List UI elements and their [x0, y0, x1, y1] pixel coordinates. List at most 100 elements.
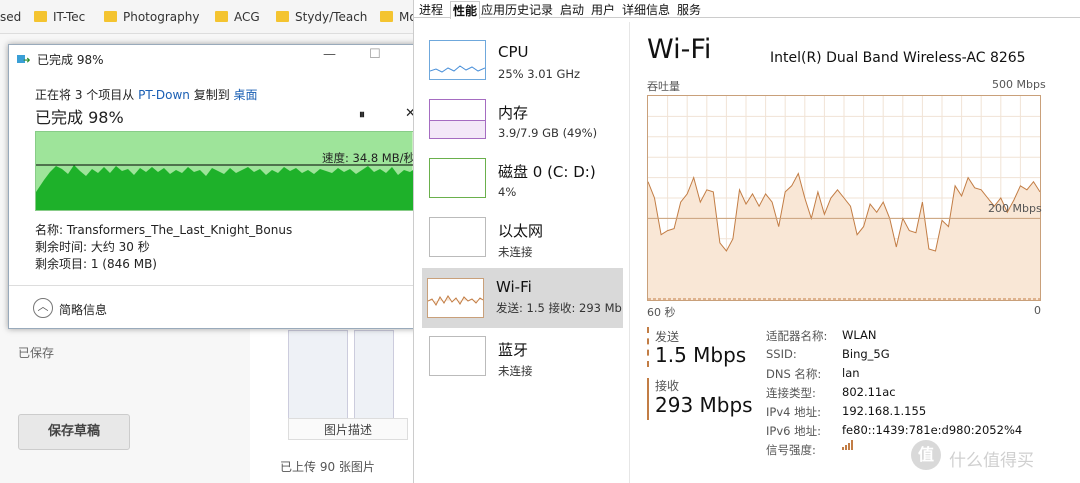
detail-value: Bing_5G — [842, 347, 890, 361]
watermark-text: 什么值得买 — [949, 451, 1034, 471]
tab-users[interactable]: 用户 — [591, 1, 615, 18]
copy-icon: ➜ — [17, 53, 33, 66]
copy-text: 正在将 3 个项目从 — [35, 88, 139, 102]
pause-button[interactable]: ⏸ — [359, 107, 365, 122]
detail-key: 连接类型: — [766, 386, 816, 400]
image-description-label[interactable]: 图片描述 — [288, 418, 408, 440]
detail-key: SSID: — [766, 347, 797, 361]
send-value: 1.5 Mbps — [655, 343, 747, 367]
bookmark-item[interactable]: Mo — [380, 10, 417, 24]
resource-name: CPU — [498, 43, 529, 61]
progress-heading: 已完成 98% — [35, 108, 124, 127]
resource-bluetooth[interactable]: 蓝牙 未连接 — [424, 333, 622, 393]
folder-icon — [104, 11, 117, 22]
signal-strength-icon — [842, 440, 854, 450]
bookmarks-bar: sed IT-Tec Photography ACG Stydy/Teach M… — [0, 0, 420, 34]
tab-performance[interactable]: 性能 — [450, 1, 481, 19]
tab-services[interactable]: 服务 — [677, 1, 701, 18]
file-name-row: 名称: Transformers_The_Last_Knight_Bonus — [35, 221, 292, 238]
tab-startup[interactable]: 启动 — [560, 1, 584, 18]
folder-icon — [215, 11, 228, 22]
cpu-thumbnail — [429, 40, 486, 80]
resource-detail: 4% — [498, 185, 517, 199]
detail-key: 信号强度: — [766, 443, 816, 457]
bluetooth-thumbnail — [429, 336, 486, 376]
speed-area-chart — [36, 164, 420, 210]
time-remaining-row: 剩余时间: 大约 30 秒 — [35, 238, 150, 255]
adapter-name: Intel(R) Dual Band Wireless-AC 8265 — [770, 50, 1026, 66]
field-label: 名称: — [35, 223, 67, 237]
detail-value: fe80::1439:781e:d980:2052%4 — [842, 423, 1023, 437]
detail-key: DNS 名称: — [766, 367, 822, 381]
maximize-button[interactable]: ☐ — [369, 47, 381, 62]
panel-divider — [629, 22, 630, 483]
ethernet-thumbnail — [429, 217, 486, 257]
throughput-svg — [647, 96, 1041, 300]
bookmark-item[interactable]: sed — [0, 10, 21, 24]
time-remaining: 大约 30 秒 — [90, 240, 150, 254]
x-left-label: 60 秒 — [647, 306, 676, 319]
task-manager: 进程 性能 应用历史记录 启动 用户 详细信息 服务 CPU 25% 3.01 … — [413, 0, 1080, 483]
detail-key: 适配器名称: — [766, 329, 828, 343]
resource-detail: 3.9/7.9 GB (49%) — [498, 126, 598, 140]
copy-dialog: ➜ 已完成 98% — ☐ ✕ 正在将 3 个项目从 PT-Down 复制到 桌… — [8, 44, 446, 329]
resource-wifi[interactable]: Wi-Fi 发送: 1.5 接收: 293 Mb — [422, 268, 623, 328]
copy-description: 正在将 3 个项目从 PT-Down 复制到 桌面 — [35, 86, 258, 103]
x-right-label: 0 — [1034, 304, 1041, 317]
minimize-button[interactable]: — — [323, 47, 336, 62]
cpu-sparkline — [429, 65, 486, 73]
field-label: 剩余时间: — [35, 240, 91, 254]
throughput-chart: 200 Mbps — [647, 95, 1042, 301]
source-link[interactable]: PT-Down — [138, 88, 190, 102]
transfer-speed-graph: 速度: 34.8 MB/秒 — [35, 131, 421, 211]
saved-status: 已保存 — [18, 346, 55, 360]
detail-key: IPv6 地址: — [766, 424, 821, 438]
wifi-thumbnail — [427, 278, 484, 318]
resource-detail: 未连接 — [498, 364, 533, 378]
dialog-title: 已完成 98% — [37, 53, 104, 67]
items-remaining-row: 剩余项目: 1 (846 MB) — [35, 255, 157, 272]
detail-value: WLAN — [842, 328, 877, 342]
save-draft-button[interactable]: 保存草稿 — [18, 414, 130, 450]
detail-value: 802.11ac — [842, 385, 896, 399]
folder-icon — [276, 11, 289, 22]
resource-ethernet[interactable]: 以太网 未连接 — [424, 214, 622, 274]
resource-name: 内存 — [498, 104, 529, 122]
send-indicator — [647, 327, 649, 367]
destination-link[interactable]: 桌面 — [234, 88, 258, 102]
resource-cpu[interactable]: CPU 25% 3.01 GHz — [424, 37, 622, 97]
image-thumbnail[interactable] — [354, 330, 394, 420]
items-remaining: 1 (846 MB) — [90, 257, 157, 271]
less-info-toggle[interactable]: 简略信息 — [59, 301, 107, 318]
receive-indicator — [647, 378, 649, 420]
speed-label: 速度: 34.8 MB/秒 — [322, 151, 415, 165]
bookmark-item[interactable]: IT-Tec — [34, 10, 85, 24]
bookmark-item[interactable]: Photography — [104, 10, 199, 24]
resource-disk[interactable]: 磁盘 0 (C: D:) 4% — [424, 155, 622, 215]
page-title: Wi-Fi — [647, 34, 712, 65]
bookmark-label: Stydy/Teach — [295, 10, 368, 24]
field-label: 剩余项目: — [35, 257, 91, 271]
resource-detail: 发送: 1.5 接收: 293 Mb — [496, 301, 622, 315]
wifi-sparkline — [427, 295, 484, 306]
tab-details[interactable]: 详细信息 — [622, 1, 670, 18]
bookmark-label: IT-Tec — [53, 10, 86, 24]
detail-value: 192.168.1.155 — [842, 404, 927, 418]
memory-fill — [430, 120, 485, 138]
folder-icon — [34, 11, 47, 22]
mid-line-label: 200 Mbps — [988, 202, 1042, 215]
bookmark-item[interactable]: Stydy/Teach — [276, 10, 367, 24]
resource-name: 以太网 — [498, 222, 544, 240]
resource-name: 磁盘 0 (C: D:) — [498, 163, 596, 181]
resource-memory[interactable]: 内存 3.9/7.9 GB (49%) — [424, 96, 622, 156]
bookmark-label: Photography — [123, 10, 200, 24]
y-max-label: 500 Mbps — [992, 78, 1046, 91]
tab-processes[interactable]: 进程 — [419, 1, 443, 18]
tab-app-history[interactable]: 应用历史记录 — [481, 1, 553, 18]
divider — [9, 285, 445, 286]
upload-count: 已上传 90 张图片 — [280, 460, 375, 474]
image-thumbnail[interactable] — [288, 330, 348, 420]
detail-value: lan — [842, 366, 860, 380]
chevron-up-icon[interactable]: ︿ — [33, 298, 53, 318]
bookmark-item[interactable]: ACG — [215, 10, 260, 24]
